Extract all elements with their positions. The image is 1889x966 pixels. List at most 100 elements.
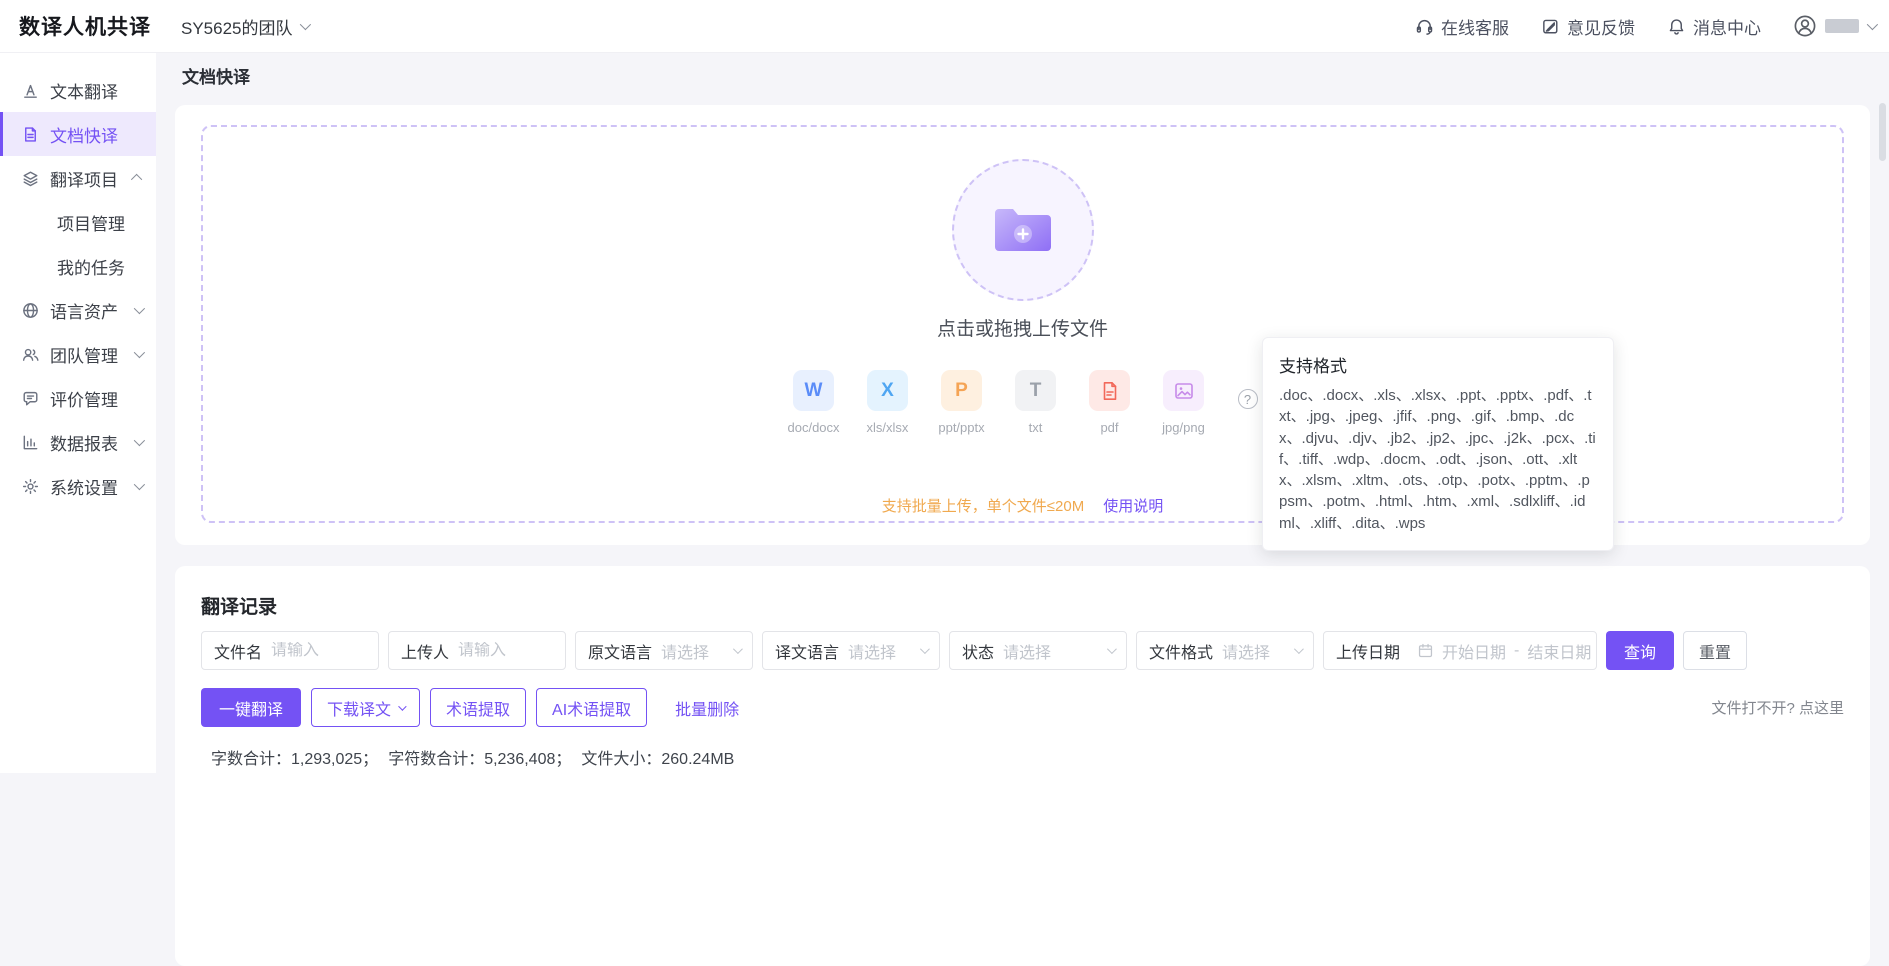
- ppt-file-icon: P: [941, 370, 982, 411]
- filter-row: 文件名 上传人 原文语言 请选择 译文语言 请选择 状态 请选择: [201, 631, 1844, 670]
- nav-label: 消息中心: [1693, 14, 1761, 39]
- avatar-icon: [1793, 14, 1817, 38]
- download-label: 下载译文: [327, 696, 391, 720]
- sidebar: 文本翻译 文档快译 翻译项目 项目管理 我的任务 语言资产: [0, 53, 156, 773]
- reset-button[interactable]: 重置: [1683, 631, 1747, 670]
- sidebar-item-team-management[interactable]: 团队管理: [0, 332, 156, 376]
- format-ppt: P ppt/pptx: [936, 370, 988, 435]
- breadcrumb: 文档快译: [156, 53, 1889, 98]
- filter-status[interactable]: 状态 请选择: [949, 631, 1127, 670]
- one-click-translate-button[interactable]: 一键翻译: [201, 688, 301, 727]
- sidebar-item-label: 数据报表: [50, 430, 118, 455]
- headset-icon: [1415, 17, 1434, 36]
- upload-title: 点击或拖拽上传文件: [937, 314, 1108, 341]
- chevron-down-icon: [1867, 19, 1878, 30]
- upload-folder-icon: [991, 203, 1055, 257]
- sidebar-item-label: 我的任务: [57, 254, 125, 279]
- char-count-total: 字符数合计：5,236,408；: [388, 745, 571, 769]
- tooltip-body: .doc、.docx、.xls、.xlsx、.ppt、.pptx、.pdf、.t…: [1279, 385, 1597, 534]
- file-open-help-link[interactable]: 文件打不开? 点这里: [1711, 697, 1844, 718]
- translation-records-card: 翻译记录 文件名 上传人 原文语言 请选择 译文语言 请选择 状态: [175, 566, 1870, 966]
- sidebar-item-doc-quick-translate[interactable]: 文档快译: [0, 112, 156, 156]
- sidebar-item-translation-projects[interactable]: 翻译项目: [0, 156, 156, 200]
- filter-label: 上传日期: [1336, 639, 1400, 663]
- filter-upload-date[interactable]: 上传日期 开始日期 - 结束日期: [1323, 631, 1597, 670]
- bell-icon: [1667, 17, 1686, 36]
- select-placeholder: 请选择: [1222, 639, 1290, 663]
- user-menu[interactable]: [1793, 14, 1875, 38]
- team-switcher[interactable]: SY5625的团队: [181, 14, 308, 39]
- filter-filename: 文件名: [201, 631, 379, 670]
- records-title: 翻译记录: [201, 592, 1844, 619]
- nav-label: 意见反馈: [1567, 14, 1635, 39]
- supported-format-tooltip: 支持格式 .doc、.docx、.xls、.xlsx、.ppt、.pptx、.p…: [1262, 337, 1614, 551]
- team-name: SY5625的团队: [181, 14, 293, 39]
- sidebar-item-system-settings[interactable]: 系统设置: [0, 464, 156, 508]
- term-extraction-button[interactable]: 术语提取: [430, 688, 526, 727]
- format-image: jpg/png: [1158, 370, 1210, 435]
- header-actions: 在线客服 意见反馈 消息中心: [1415, 14, 1889, 39]
- sidebar-item-project-management[interactable]: 项目管理: [0, 200, 156, 244]
- sidebar-item-label: 团队管理: [50, 342, 118, 367]
- sidebar-item-text-translate[interactable]: 文本翻译: [0, 68, 156, 112]
- uploader-input[interactable]: [458, 642, 553, 660]
- nav-label: 在线客服: [1441, 14, 1509, 39]
- layers-icon: [21, 169, 40, 188]
- word-file-icon: W: [793, 370, 834, 411]
- document-icon: [21, 125, 40, 144]
- sidebar-item-data-reports[interactable]: 数据报表: [0, 420, 156, 464]
- format-xls: X xls/xlsx: [862, 370, 914, 435]
- upload-circle: [952, 159, 1094, 301]
- filter-label: 译文语言: [775, 639, 839, 663]
- file-size-total: 文件大小：260.24MB: [581, 745, 734, 769]
- ai-term-extraction-button[interactable]: AI术语提取: [536, 688, 647, 727]
- download-translation-button[interactable]: 下载译文: [311, 688, 420, 727]
- batch-delete-button[interactable]: 批量删除: [665, 688, 749, 727]
- chevron-up-icon: [131, 174, 142, 185]
- usage-guide-link[interactable]: 使用说明: [1103, 495, 1163, 516]
- supported-formats-row: W doc/docx X xls/xlsx P ppt/pptx T txt: [788, 370, 1258, 435]
- sidebar-item-label: 评价管理: [50, 386, 118, 411]
- excel-file-icon: X: [867, 370, 908, 411]
- sidebar-item-my-tasks[interactable]: 我的任务: [0, 244, 156, 288]
- chevron-down-icon: [1294, 644, 1304, 654]
- sidebar-item-review-management[interactable]: 评价管理: [0, 376, 156, 420]
- chevron-down-icon: [134, 347, 145, 358]
- upload-hint: 支持批量上传，单个文件≤20M: [882, 495, 1084, 516]
- comment-icon: [21, 389, 40, 408]
- filter-file-format[interactable]: 文件格式 请选择: [1136, 631, 1314, 670]
- word-count-total: 字数合计：1,293,025；: [211, 745, 378, 769]
- txt-file-icon: T: [1015, 370, 1056, 411]
- search-button[interactable]: 查询: [1606, 631, 1674, 670]
- bar-chart-icon: [21, 433, 40, 452]
- main-content: 文档快译 点击或拖拽上传文件: [156, 53, 1889, 773]
- format-txt: T txt: [1010, 370, 1062, 435]
- sidebar-item-label: 系统设置: [50, 474, 118, 499]
- chevron-down-icon: [398, 702, 406, 710]
- chevron-down-icon: [1107, 644, 1117, 654]
- text-translate-icon: [21, 81, 40, 100]
- sidebar-item-label: 文本翻译: [50, 78, 118, 103]
- chevron-down-icon: [134, 479, 145, 490]
- select-placeholder: 请选择: [848, 639, 916, 663]
- filter-source-language[interactable]: 原文语言 请选择: [575, 631, 753, 670]
- filter-target-language[interactable]: 译文语言 请选择: [762, 631, 940, 670]
- stats-bar: 字数合计：1,293,025； 字符数合计：5,236,408； 文件大小：26…: [201, 745, 1844, 769]
- format-help-icon[interactable]: ?: [1238, 389, 1258, 409]
- date-start-placeholder: 开始日期: [1442, 639, 1506, 663]
- message-center-button[interactable]: 消息中心: [1667, 14, 1761, 39]
- filter-uploader: 上传人: [388, 631, 566, 670]
- sidebar-item-label: 文档快译: [50, 122, 118, 147]
- users-icon: [21, 345, 40, 364]
- edit-icon: [1541, 17, 1560, 36]
- online-support-button[interactable]: 在线客服: [1415, 14, 1509, 39]
- filename-input[interactable]: [271, 642, 366, 660]
- filter-label: 文件格式: [1149, 639, 1213, 663]
- chevron-down-icon: [920, 644, 930, 654]
- sidebar-item-language-assets[interactable]: 语言资产: [0, 288, 156, 332]
- format-pdf: pdf: [1084, 370, 1136, 435]
- app-header: 数译人机共译 SY5625的团队 在线客服 意见反: [0, 0, 1889, 53]
- feedback-button[interactable]: 意见反馈: [1541, 14, 1635, 39]
- chevron-down-icon: [733, 644, 743, 654]
- scrollbar[interactable]: [1879, 103, 1886, 161]
